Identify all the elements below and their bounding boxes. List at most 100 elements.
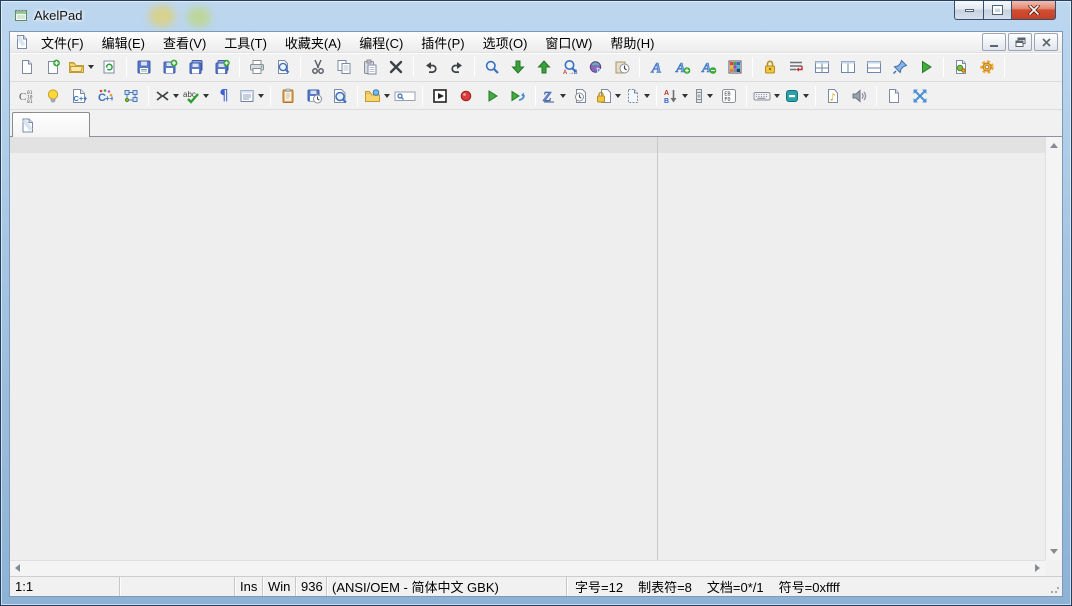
speech-icon[interactable] [847,84,871,108]
scroll-right-icon[interactable] [1035,564,1040,572]
sounds-icon[interactable]: ♪ [821,84,845,108]
replace-icon[interactable]: A→B [558,55,582,79]
new-instance-icon[interactable] [882,84,906,108]
scroll-up-icon[interactable] [1050,143,1058,148]
column-ruler-button[interactable] [691,84,715,108]
templates-button[interactable] [624,84,651,108]
font-icon[interactable]: A [645,55,669,79]
new-file-icon[interactable] [15,55,39,79]
menu-window[interactable]: 窗口(W) [536,32,601,53]
close-button[interactable] [1012,1,1056,20]
menu-tools[interactable]: 工具(T) [215,32,276,53]
macro-play-multi-icon[interactable] [506,84,530,108]
insert-date-icon[interactable] [610,55,634,79]
find-next-icon[interactable] [506,55,530,79]
code-tree-icon[interactable] [119,84,143,108]
save-as-icon[interactable] [158,55,182,79]
titlebar[interactable]: AkelPad [1,1,1071,31]
spell-check-button[interactable]: abc [182,84,210,108]
word-wrap-icon[interactable] [784,55,808,79]
mdi-restore-button[interactable] [1008,33,1032,51]
source-file-icon[interactable]: C++ [67,84,91,108]
favorites-folder-button[interactable] [363,84,391,108]
code-highlight-icon[interactable]: C++ [93,84,117,108]
hex-view-icon[interactable]: C011001 [15,84,39,108]
resize-grip[interactable] [1050,584,1060,594]
color-theme-icon[interactable] [723,55,747,79]
find-icon[interactable] [480,55,504,79]
maximize-button[interactable] [983,1,1012,20]
menu-coder[interactable]: 编程(C) [350,32,412,53]
char-code-icon[interactable]: EBF0 [717,84,741,108]
split-window-4-icon[interactable] [810,55,834,79]
macro-window-icon[interactable] [428,84,452,108]
save-icon[interactable] [132,55,156,79]
menu-favorites[interactable]: 收藏夹(A) [276,32,350,53]
save-all-as-icon[interactable] [210,55,234,79]
vertical-scrollbar[interactable] [1045,137,1062,560]
font-smaller-icon[interactable]: A [697,55,721,79]
plugins-script-icon[interactable] [949,55,973,79]
copy-icon[interactable] [332,55,356,79]
scripts-button[interactable]: Z [541,84,567,108]
menu-edit[interactable]: 编辑(E) [93,32,154,53]
svg-text:A: A [675,61,685,75]
scroll-left-icon[interactable] [15,564,20,572]
execute-icon[interactable] [914,55,938,79]
paste-icon[interactable] [358,55,382,79]
split-window-horizontal-icon[interactable] [862,55,886,79]
status-bar: 1:1 Ins Win 936 (ANSI/OEM - 简体中文 GBK) 字号… [10,576,1062,596]
full-screen-icon[interactable] [908,84,932,108]
codepage-id[interactable]: 936 [296,577,327,596]
horizontal-scrollbar[interactable] [10,560,1045,576]
line-board-button[interactable] [238,84,265,108]
menu-file[interactable]: 文件(F) [32,32,93,53]
line-break-format[interactable]: Win [263,577,296,596]
minimize-button[interactable] [954,1,983,20]
recent-files-icon[interactable] [569,84,593,108]
always-on-top-icon[interactable] [888,55,912,79]
keyboard-layout-button[interactable] [752,84,781,108]
cut-icon[interactable] [306,55,330,79]
clipboard-board-icon[interactable] [276,84,300,108]
minimize-to-tray-button[interactable] [783,84,810,108]
find-prev-icon[interactable] [532,55,556,79]
menu-view[interactable]: 查看(V) [154,32,215,53]
open-file-button[interactable] [67,55,95,79]
mdi-close-button[interactable] [1034,33,1058,51]
menu-plugins[interactable]: 插件(P) [412,32,473,53]
split-window-vertical-icon[interactable] [836,55,860,79]
menubar: 文件(F) 编辑(E) 查看(V) 工具(T) 收藏夹(A) 编程(C) 插件(… [10,32,1062,53]
read-only-icon[interactable] [758,55,782,79]
macro-play-icon[interactable] [480,84,504,108]
sort-lines-button[interactable]: AB [662,84,689,108]
macro-record-icon[interactable] [454,84,478,108]
document-tab[interactable] [12,112,90,137]
menu-help[interactable]: 帮助(H) [601,32,663,53]
undo-icon[interactable] [419,55,443,79]
quick-search-icon[interactable] [393,84,417,108]
typing-mode[interactable]: Ins [235,577,263,596]
quick-hint-icon[interactable] [41,84,65,108]
save-session-icon[interactable] [302,84,326,108]
font-larger-icon[interactable]: A [671,55,695,79]
settings-icon[interactable] [975,55,999,79]
edit-area[interactable] [10,136,1062,576]
reopen-file-icon[interactable] [97,55,121,79]
mdi-document-icon[interactable] [15,34,29,50]
codepage-name[interactable]: (ANSI/OEM - 简体中文 GBK) [327,577,567,596]
delete-icon[interactable] [384,55,408,79]
print-icon[interactable] [245,55,269,79]
scroll-down-icon[interactable] [1050,549,1058,554]
menu-options[interactable]: 选项(O) [474,32,537,53]
mdi-minimize-button[interactable] [982,33,1006,51]
fold-button[interactable] [154,84,180,108]
redo-icon[interactable] [445,55,469,79]
file-lock-button[interactable] [595,84,622,108]
show-symbols-icon[interactable]: ¶ [212,84,236,108]
print-preview-icon[interactable] [271,55,295,79]
new-window-icon[interactable] [41,55,65,79]
preview-icon[interactable] [328,84,352,108]
save-all-icon[interactable] [184,55,208,79]
goto-icon[interactable] [584,55,608,79]
